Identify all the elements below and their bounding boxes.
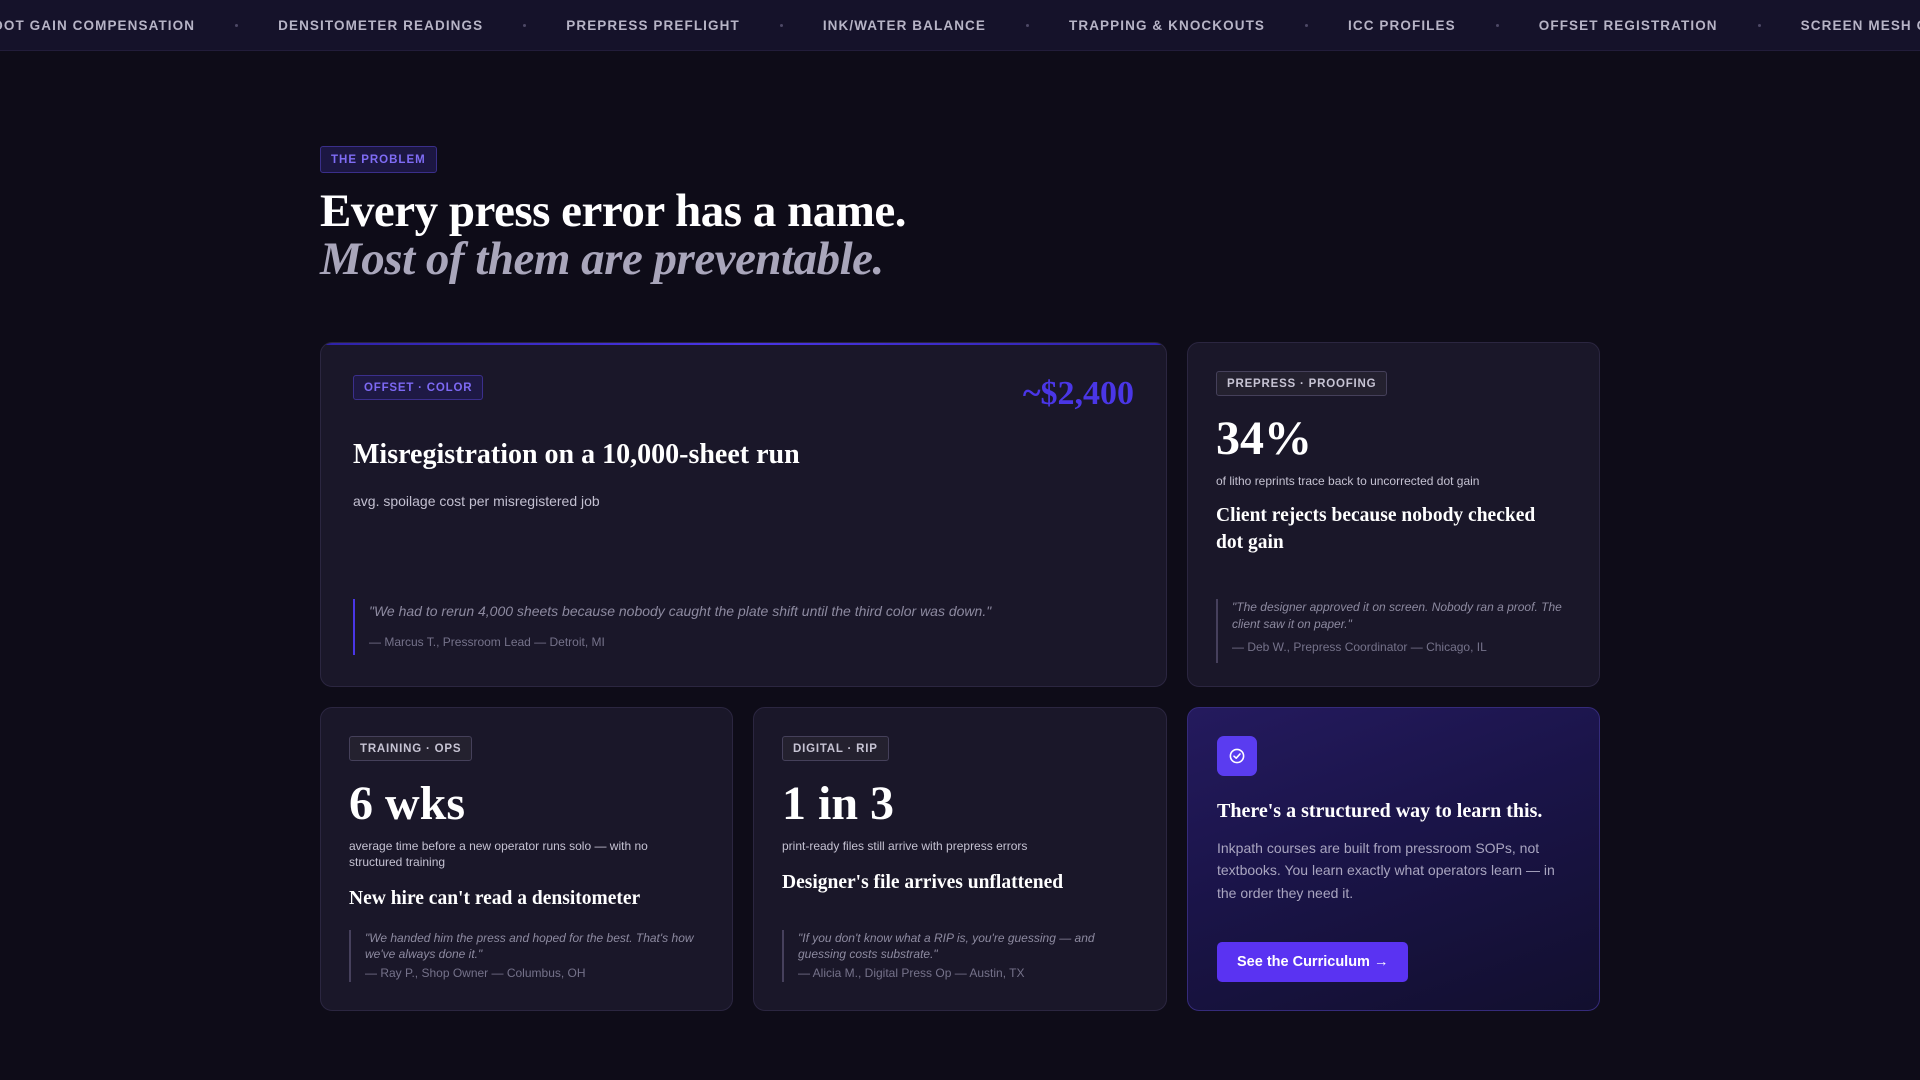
ticker-item: INK/WATER BALANCE — [822, 18, 987, 33]
training-card: TRAINING · OPS 6 wks average time before… — [320, 707, 733, 1011]
quote-text: "We had to rerun 4,000 sheets because no… — [369, 603, 992, 619]
ticker-item: PREPRESS PREFLIGHT — [566, 18, 740, 33]
digital-rip-card: DIGITAL · RIP 1 in 3 print-ready files s… — [753, 707, 1167, 1011]
quote-bar — [782, 930, 784, 982]
quote-author: — Alicia M., Digital Press Op — Austin, … — [798, 966, 1025, 981]
ticker-item: SCREEN MESH COUNTS — [1800, 18, 1920, 33]
card-subtitle: avg. spoilage cost per misregistered job — [353, 493, 600, 509]
stat-value: 34% — [1216, 412, 1312, 465]
card-accent-line — [321, 343, 1166, 345]
quote-author: — Ray P., Shop Owner — Columbus, OH — [365, 966, 586, 981]
section-tag: THE PROBLEM — [320, 146, 437, 173]
card-tag: PREPRESS · PROOFING — [1216, 371, 1388, 396]
testimonial-quote: "The designer approved it on screen. Nob… — [1216, 599, 1576, 663]
stat-value: 6 wks — [349, 777, 466, 830]
card-tag: DIGITAL · RIP — [782, 736, 889, 761]
cta-title: There's a structured way to learn this. — [1217, 800, 1543, 822]
ticker-separator — [523, 24, 527, 27]
card-title: Designer's file arrives unflattened — [782, 872, 1064, 893]
ticker-item: OFFSET REGISTRATION — [1538, 18, 1718, 33]
check-circle-icon — [1217, 736, 1257, 776]
topic-ticker: DOT GAIN COMPENSATION DENSITOMETER READIN… — [0, 0, 1920, 51]
quote-author: — Marcus T., Pressroom Lead — Detroit, M… — [369, 635, 605, 650]
misregistration-card: OFFSET · COLOR ~$2,400 Misregistration o… — [320, 342, 1167, 687]
ticker-item: TRAPPING & KNOCKOUTS — [1069, 18, 1266, 33]
quote-text: "The designer approved it on screen. Nob… — [1232, 600, 1562, 632]
ticker-item: DOT GAIN COMPENSATION — [0, 18, 196, 33]
quote-text: "If you don't know what a RIP is, you're… — [798, 931, 1095, 962]
ticker-item: DENSITOMETER READINGS — [278, 18, 484, 33]
ticker-separator — [1026, 24, 1030, 27]
ticker-track: DOT GAIN COMPENSATION DENSITOMETER READIN… — [0, 0, 1920, 50]
card-title: Misregistration on a 10,000-sheet run — [353, 439, 800, 470]
quote-bar — [353, 599, 355, 655]
ticker-separator — [1757, 24, 1761, 27]
check-circle-glyph — [1229, 748, 1245, 764]
ticker-separator — [1305, 24, 1309, 27]
ticker-separator — [235, 24, 239, 27]
curriculum-cta-card: There's a structured way to learn this. … — [1187, 707, 1600, 1011]
quote-bar — [1216, 599, 1218, 663]
quote-bar — [349, 930, 351, 982]
see-curriculum-button[interactable]: See the Curriculum → — [1217, 942, 1409, 982]
testimonial-quote: "We had to rerun 4,000 sheets because no… — [353, 599, 1113, 655]
ticker-separator — [1495, 24, 1499, 27]
cost-stat: ~$2,400 — [1022, 375, 1134, 412]
headline: Every press error has a name. — [320, 185, 907, 237]
testimonial-quote: "If you don't know what a RIP is, you're… — [782, 930, 1142, 982]
stat-note: print-ready files still arrive with prep… — [782, 839, 1028, 853]
card-title: Client rejects because nobody checked do… — [1216, 505, 1536, 554]
stat-value: 1 in 3 — [782, 777, 895, 830]
testimonial-quote: "We handed him the press and hoped for t… — [349, 930, 709, 982]
stat-note: of litho reprints trace back to uncorrec… — [1216, 474, 1480, 488]
card-tag: OFFSET · COLOR — [353, 375, 484, 400]
card-tag: TRAINING · OPS — [349, 736, 473, 761]
quote-author: — Deb W., Prepress Coordinator — Chicago… — [1232, 639, 1487, 654]
subheadline: Most of them are preventable. — [320, 233, 884, 285]
ticker-item: ICC PROFILES — [1348, 18, 1456, 33]
ticker-separator — [779, 24, 783, 27]
stat-note: average time before a new operator runs … — [349, 839, 648, 870]
cta-body: Inkpath courses are built from pressroom… — [1217, 840, 1555, 901]
quote-text: "We handed him the press and hoped for t… — [365, 931, 694, 962]
card-title: New hire can't read a densitometer — [349, 888, 641, 909]
dot-gain-card: PREPRESS · PROOFING 34% of litho reprint… — [1187, 342, 1600, 687]
